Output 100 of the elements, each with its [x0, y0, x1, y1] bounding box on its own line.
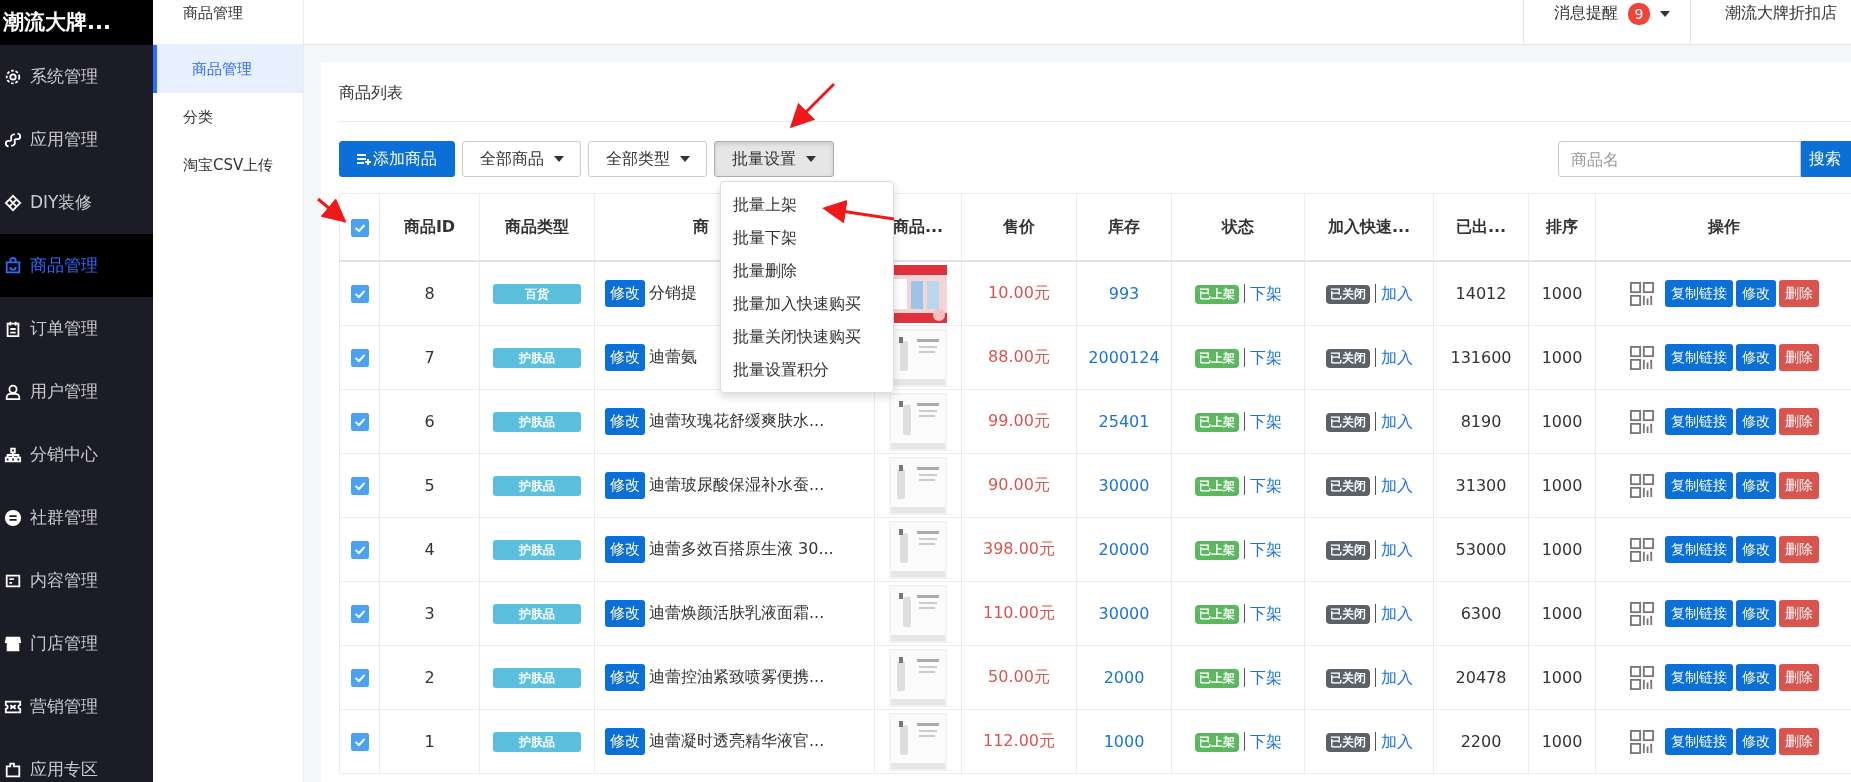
stock-link[interactable]: 993	[1108, 284, 1140, 303]
qr-code-icon[interactable]	[1630, 345, 1654, 370]
unlist-link[interactable]: 下架	[1243, 284, 1282, 303]
menu-item[interactable]: 批量关闭快速购买	[721, 320, 893, 353]
notifications-menu[interactable]: 消息提醒 9	[1523, 0, 1690, 44]
copy-link-button[interactable]: 复制链接	[1665, 600, 1734, 627]
action-button[interactable]: 修改	[1736, 536, 1777, 563]
sidebar-item[interactable]: 应用管理	[0, 108, 153, 171]
action-button[interactable]: 修改	[1736, 600, 1777, 627]
copy-link-button[interactable]: 复制链接	[1665, 280, 1734, 307]
checkbox[interactable]	[350, 218, 369, 237]
action-button[interactable]: 修改	[1736, 280, 1777, 307]
qr-code-icon[interactable]	[1630, 473, 1654, 498]
qr-code-icon[interactable]	[1630, 281, 1654, 306]
add-link[interactable]: 加入	[1374, 284, 1413, 303]
edit-button[interactable]: 修改	[605, 280, 645, 307]
sidebar-item[interactable]: 用户管理	[0, 360, 153, 423]
qr-code-icon[interactable]	[1630, 665, 1654, 690]
sidebar-item[interactable]: 社群管理	[0, 486, 153, 549]
sidebar-item[interactable]: 内容管理	[0, 549, 153, 612]
add-link[interactable]: 加入	[1374, 476, 1413, 495]
checkbox[interactable]	[350, 605, 369, 624]
add-link[interactable]: 加入	[1374, 412, 1413, 431]
add-link[interactable]: 加入	[1374, 348, 1413, 367]
add-link[interactable]: 加入	[1374, 604, 1413, 623]
checkbox[interactable]	[350, 477, 369, 496]
copy-link-button[interactable]: 复制链接	[1665, 664, 1734, 691]
copy-link-button[interactable]: 复制链接	[1665, 536, 1734, 563]
add-link[interactable]: 加入	[1374, 732, 1413, 751]
menu-item[interactable]: 批量设置积分	[721, 353, 893, 386]
search-field[interactable]: 商品名	[1558, 141, 1801, 177]
edit-button[interactable]: 修改	[605, 536, 645, 563]
copy-link-button[interactable]: 复制链接	[1665, 408, 1734, 435]
unlist-link[interactable]: 下架	[1243, 668, 1282, 687]
sidebar-item[interactable]: DIY装修	[0, 171, 153, 234]
sidebar-item[interactable]: 商品管理	[0, 234, 153, 297]
action-button[interactable]: 删除	[1779, 600, 1820, 627]
edit-button[interactable]: 修改	[605, 344, 645, 371]
menu-item[interactable]: 批量上架	[721, 188, 893, 221]
unlist-link[interactable]: 下架	[1243, 540, 1282, 559]
action-button[interactable]: 修改	[1736, 728, 1777, 755]
filter-dropdown[interactable]: 全部类型	[588, 141, 707, 177]
stock-link[interactable]: 1000	[1103, 732, 1145, 751]
submenu-item[interactable]: 分类	[153, 93, 303, 141]
stock-link[interactable]: 2000	[1103, 668, 1145, 687]
submenu-item[interactable]: 淘宝CSV上传	[153, 141, 303, 189]
sidebar-item[interactable]: 应用专区	[0, 738, 153, 782]
add-link[interactable]: 加入	[1374, 668, 1413, 687]
action-button[interactable]: 删除	[1779, 728, 1820, 755]
filter-dropdown[interactable]: 全部商品	[462, 141, 581, 177]
stock-link[interactable]: 20000	[1098, 540, 1150, 559]
unlist-link[interactable]: 下架	[1243, 476, 1282, 495]
edit-button[interactable]: 修改	[605, 728, 645, 755]
action-button[interactable]: 修改	[1736, 664, 1777, 691]
unlist-link[interactable]: 下架	[1243, 412, 1282, 431]
edit-button[interactable]: 修改	[605, 600, 645, 627]
stock-link[interactable]: 30000	[1098, 604, 1150, 623]
sidebar-item[interactable]: 门店管理	[0, 612, 153, 675]
edit-button[interactable]: 修改	[605, 408, 645, 435]
unlist-link[interactable]: 下架	[1243, 604, 1282, 623]
search-button[interactable]: 搜索	[1801, 141, 1851, 177]
action-button[interactable]: 删除	[1779, 280, 1820, 307]
action-button[interactable]: 修改	[1736, 408, 1777, 435]
action-button[interactable]: 修改	[1736, 472, 1777, 499]
checkbox[interactable]	[350, 413, 369, 432]
menu-item[interactable]: 批量删除	[721, 254, 893, 287]
checkbox[interactable]	[350, 541, 369, 560]
edit-button[interactable]: 修改	[605, 472, 645, 499]
unlist-link[interactable]: 下架	[1243, 348, 1282, 367]
shop-name[interactable]: 潮流大牌折扣店	[1690, 0, 1851, 44]
action-button[interactable]: 删除	[1779, 472, 1820, 499]
action-button[interactable]: 删除	[1779, 344, 1820, 371]
qr-code-icon[interactable]	[1630, 601, 1654, 626]
stock-link[interactable]: 25401	[1098, 412, 1150, 431]
qr-code-icon[interactable]	[1630, 537, 1654, 562]
qr-code-icon[interactable]	[1630, 729, 1654, 754]
edit-button[interactable]: 修改	[605, 664, 645, 691]
unlist-link[interactable]: 下架	[1243, 732, 1282, 751]
qr-code-icon[interactable]	[1630, 409, 1654, 434]
add-link[interactable]: 加入	[1374, 540, 1413, 559]
sidebar-item[interactable]: 分销中心	[0, 423, 153, 486]
checkbox[interactable]	[350, 285, 369, 304]
sidebar-item[interactable]: 订单管理	[0, 297, 153, 360]
action-button[interactable]: 删除	[1779, 664, 1820, 691]
sidebar-item[interactable]: 系统管理	[0, 45, 153, 108]
action-button[interactable]: 删除	[1779, 536, 1820, 563]
copy-link-button[interactable]: 复制链接	[1665, 728, 1734, 755]
stock-link[interactable]: 30000	[1098, 476, 1150, 495]
batch-settings-dropdown[interactable]: 批量设置	[714, 141, 834, 177]
sidebar-item[interactable]: 营销管理	[0, 675, 153, 738]
submenu-item[interactable]: 商品管理	[153, 45, 303, 93]
copy-link-button[interactable]: 复制链接	[1665, 472, 1734, 499]
checkbox[interactable]	[350, 349, 369, 368]
action-button[interactable]: 修改	[1736, 344, 1777, 371]
menu-item[interactable]: 批量加入快速购买	[721, 287, 893, 320]
action-button[interactable]: 删除	[1779, 408, 1820, 435]
copy-link-button[interactable]: 复制链接	[1665, 344, 1734, 371]
menu-item[interactable]: 批量下架	[721, 221, 893, 254]
checkbox[interactable]	[350, 669, 369, 688]
checkbox[interactable]	[350, 733, 369, 752]
